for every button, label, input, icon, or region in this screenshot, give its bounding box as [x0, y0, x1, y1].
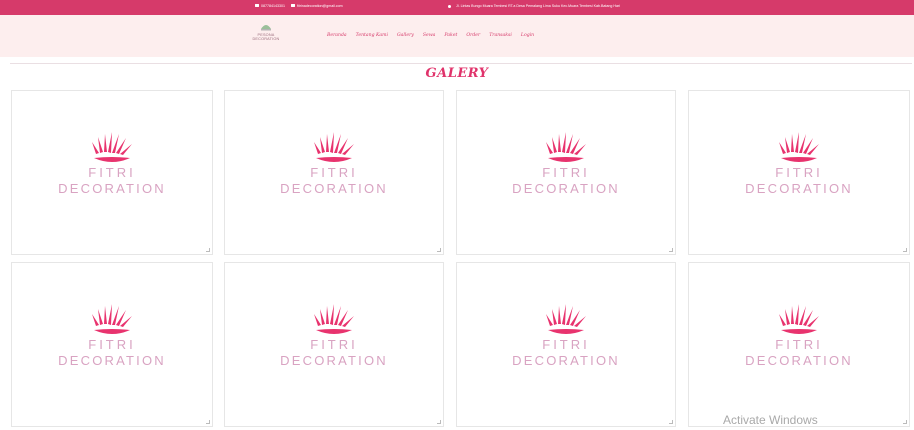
gallery-card[interactable]: FITRI DECORATION — [688, 90, 910, 255]
card-brand-line1: FITRI — [542, 337, 590, 352]
card-brand-line2: DECORATION — [280, 181, 388, 196]
phone-icon — [255, 4, 259, 7]
address-text: Jl. Lintas Bungo Muara Tembesi RT.a Desa… — [456, 4, 620, 8]
resize-handle-icon — [903, 248, 907, 252]
card-brand-line1: FITRI — [88, 337, 136, 352]
resize-handle-icon — [437, 420, 441, 424]
email-text[interactable]: fitrinadecoration@gmail.com — [297, 4, 343, 8]
header-divider — [10, 63, 912, 64]
gallery-card[interactable]: FITRI DECORATION — [11, 262, 213, 427]
activate-windows-watermark: Activate Windows — [723, 413, 818, 427]
page-title: GALERY — [425, 66, 489, 81]
card-brand-line2: DECORATION — [745, 353, 853, 368]
contact-info: 087784143301 fitrinadecoration@gmail.com — [255, 4, 343, 8]
card-brand-line2: DECORATION — [512, 181, 620, 196]
card-brand-line1: FITRI — [88, 165, 136, 180]
brand-icon — [261, 25, 271, 31]
brand-name: PESONA DECORATION — [252, 33, 280, 41]
nav-item-tentang-kami[interactable]: Tentang Kami — [356, 33, 388, 38]
gallery-card[interactable]: FITRI DECORATION — [688, 262, 910, 427]
nav-item-beranda[interactable]: Beranda — [327, 33, 347, 38]
card-brand-line2: DECORATION — [512, 353, 620, 368]
nav-item-gallery[interactable]: Gallery — [397, 33, 414, 38]
location-icon — [448, 4, 451, 8]
nav-item-sewa[interactable]: Sewa — [423, 33, 436, 38]
leaf-icon — [90, 132, 134, 167]
gallery-card[interactable]: FITRI DECORATION — [11, 90, 213, 255]
card-brand-line1: FITRI — [775, 337, 823, 352]
card-brand-line1: FITRI — [542, 165, 590, 180]
resize-handle-icon — [206, 248, 210, 252]
gallery-card[interactable]: FITRI DECORATION — [224, 262, 444, 427]
leaf-icon — [777, 132, 821, 167]
resize-handle-icon — [669, 420, 673, 424]
leaf-icon — [544, 304, 588, 339]
gallery-card[interactable]: FITRI DECORATION — [456, 262, 676, 427]
card-brand-line1: FITRI — [775, 165, 823, 180]
top-contact-bar: 087784143301 fitrinadecoration@gmail.com… — [0, 0, 914, 15]
nav-item-login[interactable]: Login — [521, 33, 534, 38]
card-brand-line2: DECORATION — [280, 353, 388, 368]
resize-handle-icon — [669, 248, 673, 252]
brand-logo[interactable]: PESONA DECORATION — [246, 22, 286, 41]
main-nav: Beranda Tentang Kami Gallery Sewa Paket … — [327, 33, 534, 38]
leaf-icon — [544, 132, 588, 167]
nav-item-transaksi[interactable]: Transaksi — [489, 33, 512, 38]
gallery-card[interactable]: FITRI DECORATION — [224, 90, 444, 255]
resize-handle-icon — [903, 420, 907, 424]
phone-text: 087784143301 — [261, 4, 285, 8]
card-brand-line2: DECORATION — [58, 353, 166, 368]
resize-handle-icon — [206, 420, 210, 424]
mail-icon — [290, 4, 295, 7]
address-info: Jl. Lintas Bungo Muara Tembesi RT.a Desa… — [448, 4, 620, 8]
navbar: PESONA DECORATION Beranda Tentang Kami G… — [0, 15, 914, 57]
card-brand-line2: DECORATION — [58, 181, 166, 196]
email-info[interactable]: fitrinadecoration@gmail.com — [290, 4, 343, 8]
card-brand-line1: FITRI — [310, 165, 358, 180]
leaf-icon — [90, 304, 134, 339]
leaf-icon — [312, 304, 356, 339]
nav-item-order[interactable]: Order — [466, 33, 480, 38]
card-brand-line2: DECORATION — [745, 181, 853, 196]
phone-info: 087784143301 — [255, 4, 285, 8]
leaf-icon — [312, 132, 356, 167]
gallery-card[interactable]: FITRI DECORATION — [456, 90, 676, 255]
resize-handle-icon — [437, 248, 441, 252]
nav-item-paket[interactable]: Paket — [444, 33, 457, 38]
card-brand-line1: FITRI — [310, 337, 358, 352]
leaf-icon — [777, 304, 821, 339]
